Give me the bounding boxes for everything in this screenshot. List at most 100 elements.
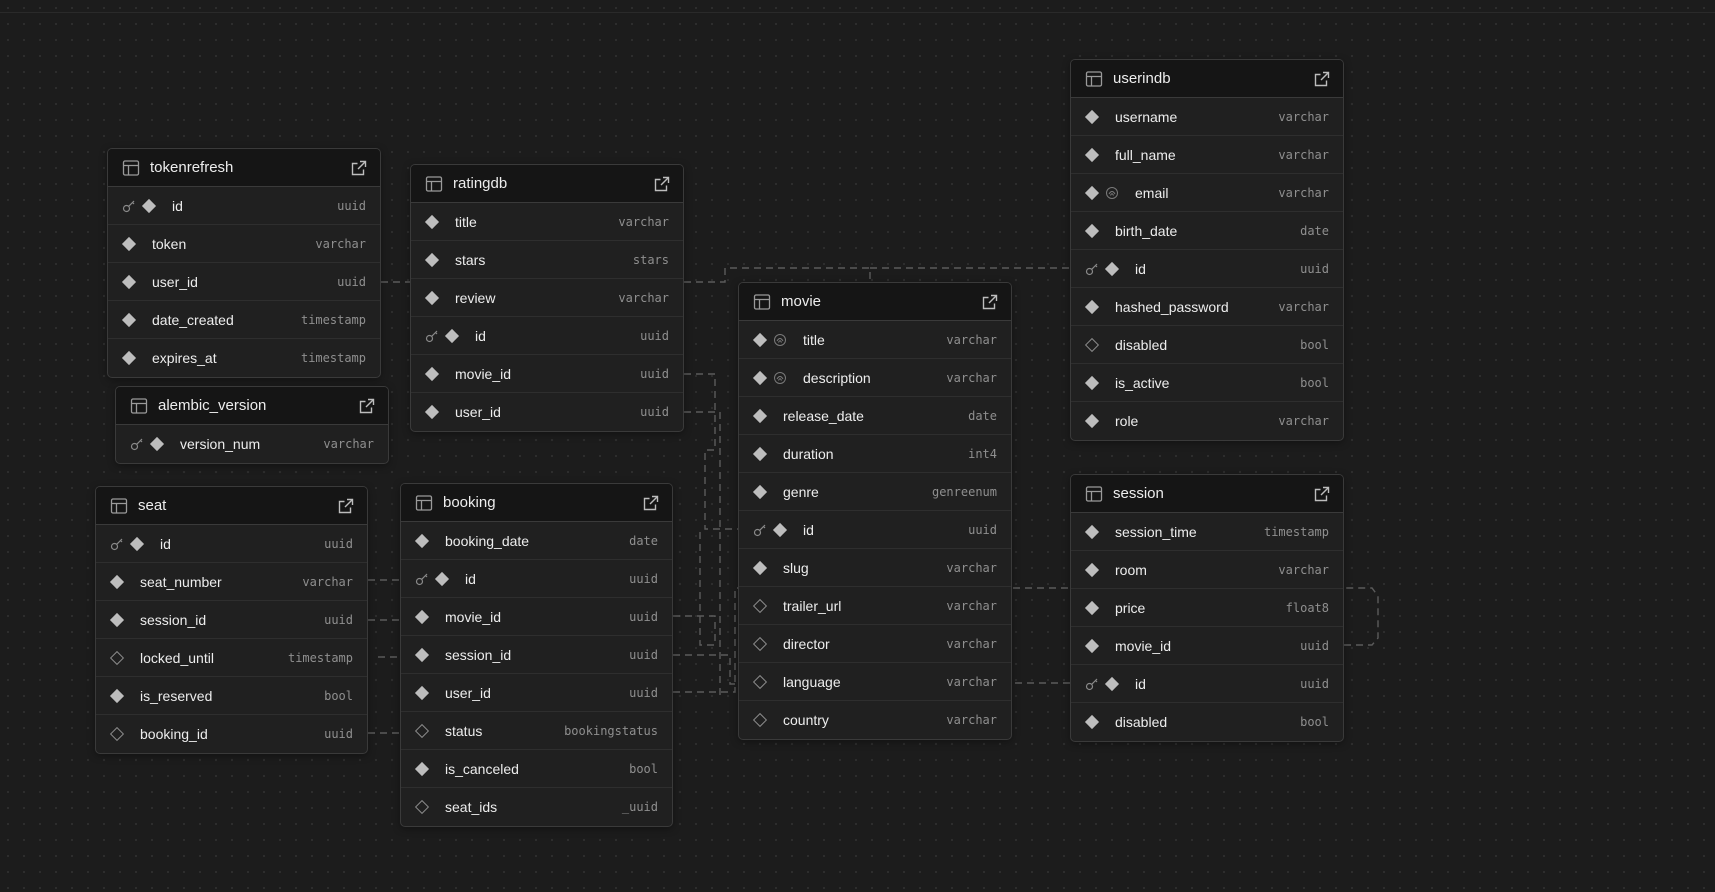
table-header[interactable]: session bbox=[1071, 475, 1343, 513]
column-row-genre[interactable]: genre genreenum bbox=[739, 473, 1011, 511]
column-type: varchar bbox=[946, 674, 997, 689]
table-seat[interactable]: seat id uuid seat_number varchar session_id uu… bbox=[95, 486, 368, 754]
open-table-external-icon[interactable] bbox=[642, 494, 660, 512]
column-row-token[interactable]: token varchar bbox=[108, 225, 380, 263]
column-row-id[interactable]: id uuid bbox=[401, 560, 672, 598]
column-type: timestamp bbox=[287, 650, 353, 665]
column-row-session-time[interactable]: session_time timestamp bbox=[1071, 513, 1343, 551]
column-name: booking_id bbox=[140, 726, 208, 742]
column-row-session-id[interactable]: session_id uuid bbox=[401, 636, 672, 674]
column-row-title[interactable]: title varchar bbox=[411, 203, 683, 241]
column-type: varchar bbox=[1278, 109, 1329, 124]
column-row-release-date[interactable]: release_date date bbox=[739, 397, 1011, 435]
column-markers bbox=[752, 484, 768, 499]
column-row-is-canceled[interactable]: is_canceled bool bbox=[401, 750, 672, 788]
column-row-is-reserved[interactable]: is_reserved bool bbox=[96, 677, 367, 715]
column-row-session-id[interactable]: session_id uuid bbox=[96, 601, 367, 639]
column-row-review[interactable]: review varchar bbox=[411, 279, 683, 317]
column-markers bbox=[110, 536, 145, 551]
column-markers bbox=[1084, 147, 1100, 162]
table-header[interactable]: seat bbox=[96, 487, 367, 525]
column-row-status[interactable]: status bookingstatus bbox=[401, 712, 672, 750]
open-table-external-icon[interactable] bbox=[358, 397, 376, 415]
table-alembic-version[interactable]: alembic_version version_num varchar bbox=[115, 386, 389, 464]
column-row-hashed-password[interactable]: hashed_password varchar bbox=[1071, 288, 1343, 326]
column-name: title bbox=[455, 213, 477, 230]
column-row-seat-number[interactable]: seat_number varchar bbox=[96, 563, 367, 601]
table-header[interactable]: movie bbox=[739, 283, 1011, 321]
column-row-title[interactable]: title varchar bbox=[739, 321, 1011, 359]
column-row-birth-date[interactable]: birth_date date bbox=[1071, 212, 1343, 250]
table-header[interactable]: ratingdb bbox=[411, 165, 683, 203]
table-session[interactable]: session session_time timestamp room varchar p… bbox=[1070, 474, 1344, 742]
not-null-diamond-icon bbox=[424, 290, 440, 305]
not-null-diamond-icon bbox=[1084, 375, 1100, 390]
column-row-id[interactable]: id uuid bbox=[739, 511, 1011, 549]
column-row-username[interactable]: username varchar bbox=[1071, 98, 1343, 136]
column-row-user-id[interactable]: user_id uuid bbox=[401, 674, 672, 712]
column-row-movie-id[interactable]: movie_id uuid bbox=[401, 598, 672, 636]
table-userindb[interactable]: userindb username varchar full_name varchar e… bbox=[1070, 59, 1344, 441]
column-markers bbox=[109, 574, 125, 589]
nullable-diamond-icon bbox=[109, 650, 125, 665]
column-row-booking-date[interactable]: booking_date date bbox=[401, 522, 672, 560]
table-name: userindb bbox=[1113, 70, 1171, 87]
column-row-country[interactable]: country varchar bbox=[739, 701, 1011, 739]
table-header[interactable]: userindb bbox=[1071, 60, 1343, 98]
column-row-room[interactable]: room varchar bbox=[1071, 551, 1343, 589]
column-markers bbox=[752, 370, 787, 385]
open-table-external-icon[interactable] bbox=[350, 159, 368, 177]
column-row-id[interactable]: id uuid bbox=[1071, 665, 1343, 703]
column-row-stars[interactable]: stars stars bbox=[411, 241, 683, 279]
column-name: is_active bbox=[1115, 374, 1170, 391]
column-markers bbox=[424, 252, 440, 267]
column-row-id[interactable]: id uuid bbox=[108, 187, 380, 225]
column-row-booking-id[interactable]: booking_id uuid bbox=[96, 715, 367, 753]
column-row-description[interactable]: description varchar bbox=[739, 359, 1011, 397]
not-null-diamond-icon bbox=[121, 350, 137, 366]
table-booking[interactable]: booking booking_date date id uuid movie_id uui… bbox=[400, 483, 673, 827]
column-row-slug[interactable]: slug varchar bbox=[739, 549, 1011, 587]
table-movie[interactable]: movie title varchar description varchar relea… bbox=[738, 282, 1012, 740]
column-row-disabled[interactable]: disabled bool bbox=[1071, 326, 1343, 364]
column-type: float8 bbox=[1285, 600, 1329, 615]
column-row-user-id[interactable]: user_id uuid bbox=[108, 263, 380, 301]
table-ratingdb[interactable]: ratingdb title varchar stars stars review varc… bbox=[410, 164, 684, 432]
column-row-email[interactable]: email varchar bbox=[1071, 174, 1343, 212]
open-table-external-icon[interactable] bbox=[1313, 485, 1331, 503]
column-row-is-active[interactable]: is_active bool bbox=[1071, 364, 1343, 402]
column-row-date-created[interactable]: date_created timestamp bbox=[108, 301, 380, 339]
column-row-director[interactable]: director varchar bbox=[739, 625, 1011, 663]
open-table-external-icon[interactable] bbox=[653, 175, 671, 193]
table-header[interactable]: booking bbox=[401, 484, 672, 522]
table-header[interactable]: tokenrefresh bbox=[108, 149, 380, 187]
column-row-user-id[interactable]: user_id uuid bbox=[411, 393, 683, 431]
column-row-language[interactable]: language varchar bbox=[739, 663, 1011, 701]
column-row-trailer-url[interactable]: trailer_url varchar bbox=[739, 587, 1011, 625]
column-row-movie-id[interactable]: movie_id uuid bbox=[1071, 627, 1343, 665]
column-row-locked-until[interactable]: locked_until timestamp bbox=[96, 639, 367, 677]
column-row-id[interactable]: id uuid bbox=[96, 525, 367, 563]
open-table-external-icon[interactable] bbox=[981, 293, 999, 311]
column-row-movie-id[interactable]: movie_id uuid bbox=[411, 355, 683, 393]
column-row-id[interactable]: id uuid bbox=[1071, 250, 1343, 288]
column-row-role[interactable]: role varchar bbox=[1071, 402, 1343, 440]
open-table-external-icon[interactable] bbox=[1313, 70, 1331, 88]
primary-key-icon bbox=[415, 572, 429, 586]
relation-edge-session-movie bbox=[1344, 587, 1379, 646]
column-type: uuid bbox=[1300, 261, 1329, 276]
column-row-price[interactable]: price float8 bbox=[1071, 589, 1343, 627]
column-markers bbox=[424, 290, 440, 305]
column-row-duration[interactable]: duration int4 bbox=[739, 435, 1011, 473]
table-tokenrefresh[interactable]: tokenrefresh id uuid token varchar user_id uui… bbox=[107, 148, 381, 378]
open-table-external-icon[interactable] bbox=[337, 497, 355, 515]
column-type: bool bbox=[1300, 337, 1329, 352]
column-row-full-name[interactable]: full_name varchar bbox=[1071, 136, 1343, 174]
column-markers bbox=[752, 446, 768, 461]
column-row-version-num[interactable]: version_num varchar bbox=[116, 425, 388, 463]
column-row-id[interactable]: id uuid bbox=[411, 317, 683, 355]
column-row-disabled[interactable]: disabled bool bbox=[1071, 703, 1343, 741]
table-header[interactable]: alembic_version bbox=[116, 387, 388, 425]
column-row-seat-ids[interactable]: seat_ids _uuid bbox=[401, 788, 672, 826]
column-row-expires-at[interactable]: expires_at timestamp bbox=[108, 339, 380, 377]
